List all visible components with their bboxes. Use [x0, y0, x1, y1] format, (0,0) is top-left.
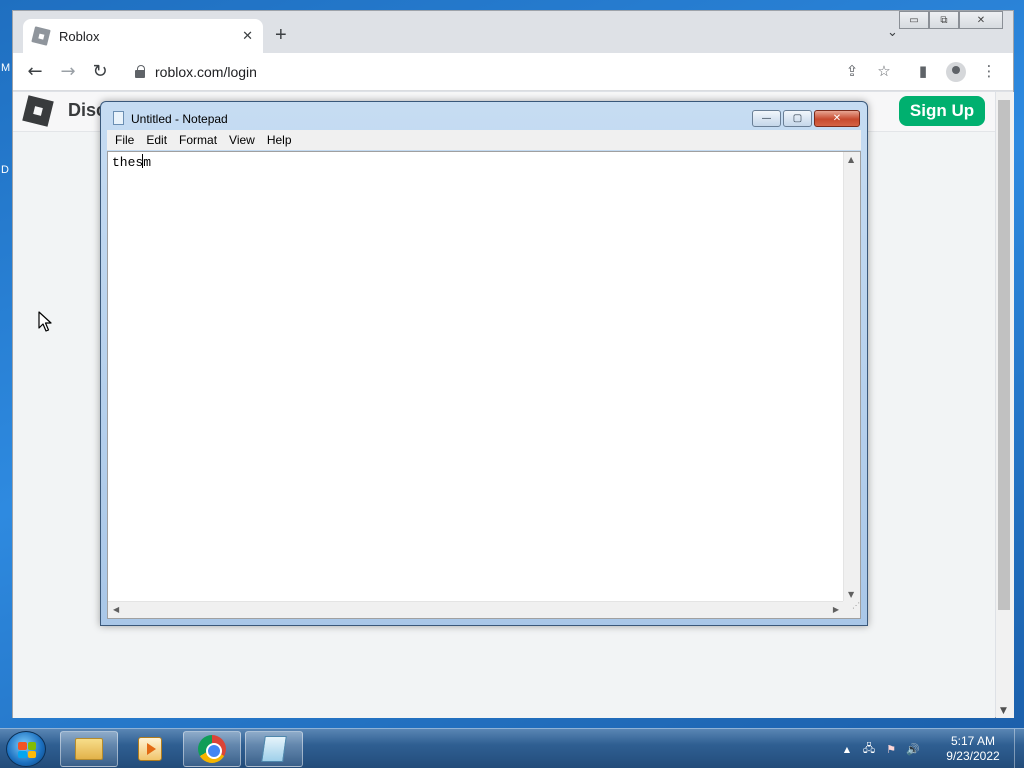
mouse-pointer-icon — [38, 311, 52, 333]
close-button[interactable]: ✕ — [959, 11, 1003, 29]
tab-close-icon[interactable]: ✕ — [242, 29, 253, 44]
scroll-down-icon[interactable]: ▼ — [848, 590, 854, 599]
browser-toolbar: ← → ↻ roblox.com/login ⇪ ☆ ▮ ⋮ — [13, 53, 1013, 91]
notepad-vertical-scrollbar[interactable]: ▲ ▼ — [843, 152, 860, 602]
resize-grip-icon[interactable]: ⋰ — [843, 601, 860, 618]
menu-kebab-icon[interactable]: ⋮ — [979, 62, 999, 80]
start-button[interactable] — [6, 731, 46, 767]
scroll-up-icon[interactable]: ▲ — [848, 155, 854, 164]
network-icon[interactable]: 🖧 — [862, 740, 876, 759]
scroll-down-icon[interactable]: ▼ — [1000, 706, 1007, 716]
text-before-caret: thes — [112, 155, 144, 170]
new-tab-button[interactable]: + — [275, 23, 287, 47]
scroll-right-icon[interactable]: ▶ — [833, 605, 839, 614]
chrome-icon — [198, 735, 226, 763]
taskbar-media-player-button[interactable] — [121, 731, 179, 767]
desktop-icon-label: D — [1, 164, 9, 176]
taskbar: ▲ 🖧 ⚑ 🔊 5:17 AM 9/23/2022 — [0, 728, 1024, 768]
scrollbar-thumb[interactable] — [998, 100, 1010, 610]
menu-edit[interactable]: Edit — [140, 133, 173, 147]
reload-icon[interactable]: ↻ — [88, 60, 112, 84]
restore-button[interactable]: ⧉ — [929, 11, 959, 29]
back-icon[interactable]: ← — [23, 60, 47, 84]
clock-time: 5:17 AM — [950, 734, 996, 748]
notepad-icon — [261, 736, 287, 762]
volume-icon[interactable]: 🔊 — [906, 743, 920, 756]
minimize-button[interactable]: ▭ — [899, 11, 929, 29]
notepad-menubar: File Edit Format View Help — [107, 130, 861, 150]
menu-file[interactable]: File — [109, 133, 140, 147]
page-scrollbar[interactable]: ▼ — [996, 92, 1014, 718]
signup-button[interactable]: Sign Up — [899, 96, 985, 126]
notepad-minimize-button[interactable]: — — [752, 110, 781, 127]
tab-search-icon[interactable]: ⌄ — [887, 25, 898, 40]
tab-title: Roblox — [59, 28, 100, 44]
notepad-text-area[interactable]: thesm ▲ ▼ ◀ ▶ ⋰ — [107, 151, 861, 619]
media-player-icon — [138, 737, 162, 761]
taskbar-notepad-button[interactable] — [245, 731, 303, 767]
text-after-caret: m — [143, 155, 152, 170]
browser-tab[interactable]: Roblox ✕ — [23, 19, 263, 53]
windows-logo-icon — [18, 742, 36, 758]
window-controls: ▭ ⧉ ✕ — [899, 11, 1003, 29]
notepad-title: Untitled - Notepad — [131, 112, 228, 126]
scroll-left-icon[interactable]: ◀ — [113, 605, 119, 614]
taskbar-clock[interactable]: 5:17 AM 9/23/2022 — [936, 734, 1010, 764]
notepad-titlebar[interactable]: Untitled - Notepad — ▢ ✕ — [101, 102, 867, 130]
tab-strip: Roblox ✕ + ⌄ ▭ ⧉ ✕ — [13, 11, 1013, 53]
share-icon[interactable]: ⇪ — [842, 62, 862, 80]
url-text: roblox.com/login — [155, 64, 257, 80]
address-bar[interactable]: roblox.com/login — [125, 57, 825, 87]
menu-view[interactable]: View — [223, 133, 261, 147]
menu-format[interactable]: Format — [173, 133, 223, 147]
roblox-logo-icon[interactable] — [22, 95, 54, 127]
lock-icon — [135, 65, 145, 78]
notepad-window: Untitled - Notepad — ▢ ✕ File Edit Forma… — [100, 101, 868, 626]
taskbar-explorer-button[interactable] — [60, 731, 118, 767]
show-hidden-icons-icon[interactable]: ▲ — [840, 745, 854, 754]
desktop-icon-label: M — [1, 62, 11, 74]
notepad-content: thesm — [112, 154, 151, 170]
notepad-close-button[interactable]: ✕ — [814, 110, 860, 127]
side-panel-icon[interactable]: ▮ — [913, 62, 933, 80]
profile-avatar-icon[interactable] — [946, 62, 966, 82]
folder-icon — [75, 738, 103, 760]
show-desktop-button[interactable] — [1014, 729, 1024, 768]
notepad-icon — [113, 111, 124, 125]
clock-date: 9/23/2022 — [946, 749, 1000, 763]
action-center-flag-icon[interactable]: ⚑ — [884, 743, 898, 756]
system-tray: ▲ 🖧 ⚑ 🔊 — [840, 729, 920, 768]
forward-icon[interactable]: → — [56, 60, 80, 84]
bookmark-star-icon[interactable]: ☆ — [874, 62, 894, 80]
notepad-maximize-button[interactable]: ▢ — [783, 110, 812, 127]
notepad-horizontal-scrollbar[interactable]: ◀ ▶ — [108, 601, 844, 618]
notepad-window-controls: — ▢ ✕ — [752, 110, 860, 127]
roblox-favicon-icon — [31, 26, 51, 46]
menu-help[interactable]: Help — [261, 133, 298, 147]
taskbar-chrome-button[interactable] — [183, 731, 241, 767]
